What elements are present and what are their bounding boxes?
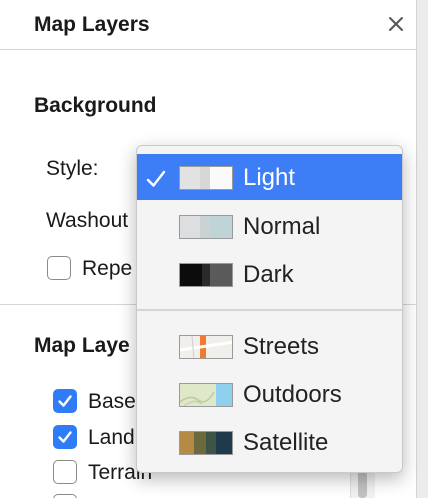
land-layer-checkbox[interactable] [53, 425, 77, 449]
panel-title: Map Layers [34, 13, 150, 36]
close-icon[interactable] [384, 12, 408, 36]
base-layer-label: Base [88, 390, 136, 413]
style-option-satellite[interactable]: Satellite [137, 419, 402, 465]
style-option-label: Satellite [243, 429, 329, 456]
terrain-layer-checkbox[interactable] [53, 460, 77, 484]
land-layer-label: Land [88, 426, 135, 449]
style-option-label: Light [243, 164, 296, 191]
streets-map-swatch [179, 335, 233, 359]
style-option-label: Normal [243, 213, 321, 240]
map-layers-section-title: Map Laye [34, 334, 130, 357]
layer-checkbox-partial[interactable] [53, 494, 77, 498]
style-option-light[interactable]: Light [137, 154, 402, 200]
style-option-outdoors[interactable]: Outdoors [137, 371, 402, 417]
outdoors-map-swatch [179, 383, 233, 407]
checkmark-icon [58, 431, 72, 443]
repeat-label: Repe [82, 257, 133, 280]
style-option-label: Outdoors [243, 381, 342, 408]
panel-header: Map Layers [0, 0, 416, 50]
repeat-checkbox[interactable] [47, 256, 71, 280]
layers-scrollbar[interactable] [350, 470, 375, 498]
dark-map-swatch [179, 263, 233, 287]
base-layer-checkbox[interactable] [53, 389, 77, 413]
style-option-streets[interactable]: Streets [137, 323, 402, 369]
background-section-title: Background [34, 94, 157, 117]
style-label: Style: [46, 157, 99, 180]
satellite-map-swatch [179, 431, 233, 455]
style-option-label: Dark [243, 261, 294, 288]
checkmark-icon [146, 170, 166, 187]
light-map-swatch [179, 166, 233, 190]
checkmark-icon [58, 395, 72, 407]
washout-label: Washout [46, 209, 129, 232]
menu-separator [137, 309, 402, 311]
style-option-dark[interactable]: Dark [137, 251, 402, 297]
normal-map-swatch [179, 215, 233, 239]
style-option-label: Streets [243, 333, 320, 360]
style-dropdown-menu: Light Normal Dark Streets Outdoors Satel… [136, 145, 403, 473]
scrollbar-thumb[interactable] [358, 470, 367, 498]
style-option-normal[interactable]: Normal [137, 203, 402, 249]
